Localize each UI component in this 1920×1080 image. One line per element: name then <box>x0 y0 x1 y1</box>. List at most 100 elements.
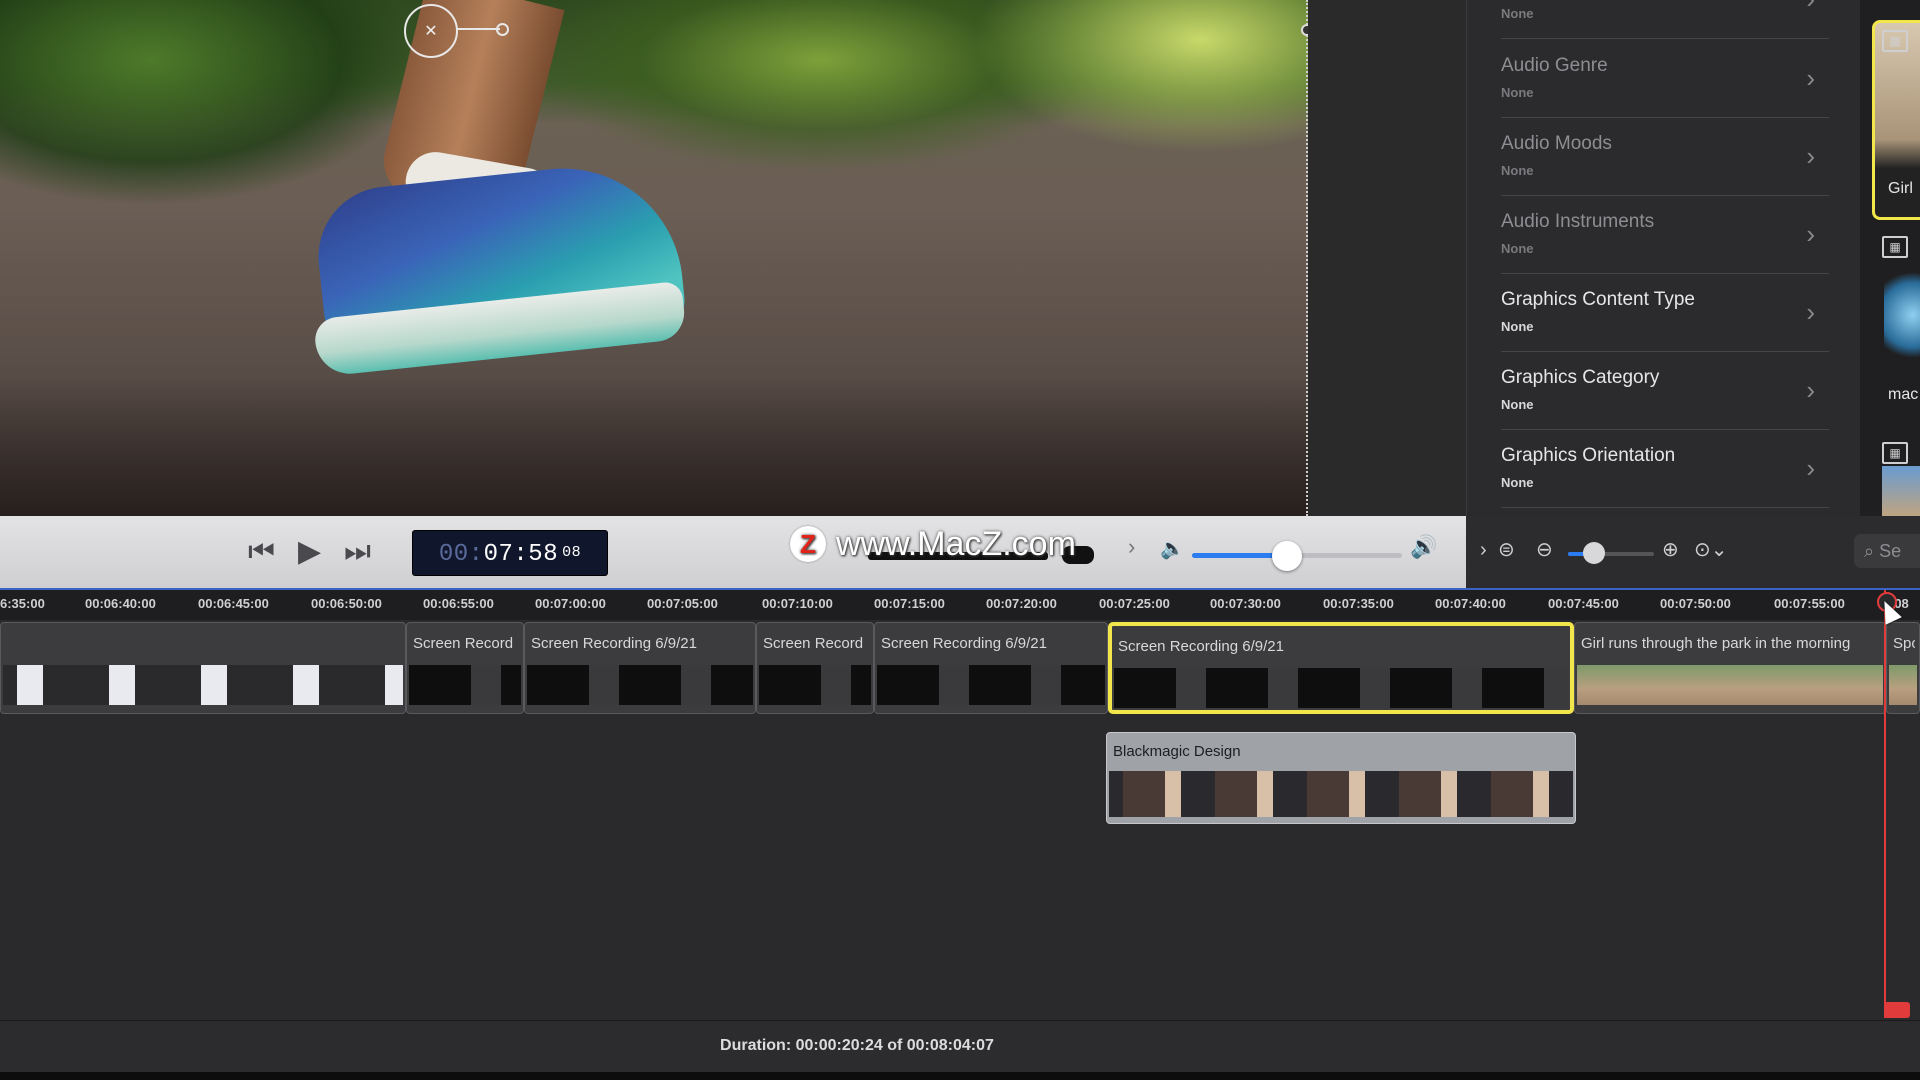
ruler-tick: 00:07:30:00 <box>1210 596 1281 611</box>
transform-center-handle[interactable]: ✕ <box>404 4 458 58</box>
clip-filmstrip <box>759 665 871 705</box>
inspector-row-audio-moods[interactable]: Audio Moods None › <box>1501 119 1829 196</box>
ruler-tick: 00:07:25:00 <box>1099 596 1170 611</box>
timeline-ruler[interactable]: 6:35:00 00:06:40:00 00:06:45:00 00:06:50… <box>0 588 1920 623</box>
inspector-row-graphics-orientation[interactable]: Graphics Orientation None › <box>1501 431 1829 508</box>
volume-slider[interactable] <box>1192 541 1402 571</box>
timecode-prefix: 00: <box>438 541 484 568</box>
film-icon: ▦ <box>1882 442 1908 464</box>
browser-clip[interactable] <box>1884 270 1920 360</box>
inspector-row-value: None <box>1501 85 1534 100</box>
timeline-clip[interactable]: Girl runs through the park in the mornin… <box>1574 622 1886 714</box>
playhead-end-marker <box>1884 1002 1910 1018</box>
chevron-right-icon: › <box>1806 0 1815 15</box>
timeline-clip[interactable]: Screen Record <box>406 622 524 714</box>
film-icon: ▦ <box>1882 236 1908 258</box>
inspector-row-value: None <box>1501 397 1534 412</box>
inspector-row-title: Audio Genre <box>1501 55 1608 76</box>
search-placeholder: Se <box>1879 541 1902 561</box>
chevron-right-icon: › <box>1806 297 1815 327</box>
inspector-row-title: Graphics Category <box>1501 367 1660 388</box>
inspector-row-title: Audio Instruments <box>1501 211 1655 232</box>
clip-label: Girl runs through the park in the mornin… <box>1581 635 1851 652</box>
ruler-tick: 00:07:05:00 <box>647 596 718 611</box>
clip-filmstrip <box>877 665 1105 705</box>
clip-appearance-icon[interactable]: ⊜ <box>1498 538 1515 562</box>
inspector-row-0[interactable]: None › <box>1501 0 1829 39</box>
inspector-row-graphics-category[interactable]: Graphics Category None › <box>1501 353 1829 430</box>
ruler-tick: 00:06:45:00 <box>198 596 269 611</box>
clip-label: Spo <box>1893 635 1915 652</box>
status-bar: Duration: 00:00:20:24 of 00:08:04:07 <box>0 1020 1920 1073</box>
timeline[interactable]: Screen Record Screen Recording 6/9/21 Sc… <box>0 620 1920 1020</box>
ruler-tick: 00:07:55:00 <box>1774 596 1845 611</box>
ruler-tick: 00:07:20:00 <box>986 596 1057 611</box>
inspector-row-graphics-content-type[interactable]: Graphics Content Type None › <box>1501 275 1829 352</box>
clip-label: Blackmagic Design <box>1113 743 1241 760</box>
watermark-logo: Z <box>790 526 826 562</box>
transform-rotation-line <box>456 28 500 30</box>
timeline-clip[interactable]: Spo <box>1886 622 1920 714</box>
clip-filmstrip <box>1109 771 1573 817</box>
timeline-search-input[interactable]: ⌕ Se <box>1854 534 1920 568</box>
play-icon[interactable]: ▶ <box>298 534 321 570</box>
watermark-text: www.MacZ.com <box>836 524 1076 563</box>
inspector-row-value: None <box>1501 319 1534 334</box>
ruler-tick: 00:07:15:00 <box>874 596 945 611</box>
timecode-main: 07:58 <box>483 541 559 568</box>
skip-forward-icon[interactable]: ⏭ <box>344 534 371 570</box>
inspector-row-value: None <box>1501 475 1534 490</box>
zoom-slider-knob[interactable] <box>1582 542 1605 564</box>
more-options-icon[interactable]: ⊙⌄ <box>1694 538 1728 562</box>
ruler-tick: 00:07:00:00 <box>535 596 606 611</box>
inspector-row-value: None <box>1501 6 1534 21</box>
browser-clip-label: mac <box>1888 386 1919 403</box>
ruler-tick: 00:07:10:00 <box>762 596 833 611</box>
window-bottom-edge <box>0 1072 1920 1080</box>
clip-filmstrip <box>1114 668 1568 708</box>
browser-clip[interactable] <box>1882 466 1920 516</box>
clip-label: Screen Recording 6/9/21 <box>531 635 697 652</box>
zoom-in-icon[interactable]: ⊕ <box>1662 538 1679 562</box>
transform-corner-handle[interactable] <box>1301 24 1308 36</box>
skip-back-icon[interactable]: ⏮ <box>248 534 275 570</box>
timeline-clip[interactable] <box>0 622 406 714</box>
inspector-row-audio-genre[interactable]: Audio Genre None › <box>1501 41 1829 118</box>
search-icon: ⌕ <box>1864 541 1880 561</box>
viewer-shadow <box>0 376 1308 516</box>
browser-clip-label: Girl <box>1888 180 1913 197</box>
ruler-tick: 6:35:00 <box>0 596 45 611</box>
chevron-right-icon[interactable]: › <box>1128 534 1135 560</box>
transport-bar: ⏮ ▶ ⏭ 00:07:58 08 › 🔈 🔊 <box>0 516 1466 589</box>
timeline-zoom-slider[interactable] <box>1568 542 1654 564</box>
ruler-tick: 00:06:50:00 <box>311 596 382 611</box>
watermark: Z www.MacZ.com <box>790 524 1076 564</box>
inspector-row-audio-instruments[interactable]: Audio Instruments None › <box>1501 197 1829 274</box>
ruler-tick: 00:07:35:00 <box>1323 596 1394 611</box>
transform-rotation-handle[interactable] <box>496 23 509 36</box>
inspector-row-value: None <box>1501 163 1534 178</box>
film-icon: ▦ <box>1882 30 1908 52</box>
clip-filmstrip <box>1577 665 1883 705</box>
inspector-row-title: Audio Moods <box>1501 133 1612 154</box>
zoom-out-icon[interactable]: ⊖ <box>1536 538 1553 562</box>
viewer[interactable]: ✕ <box>0 0 1308 516</box>
timeline-clip[interactable]: Screen Record <box>756 622 874 714</box>
volume-slider-knob[interactable] <box>1271 541 1302 571</box>
inspector-row-value: None <box>1501 241 1534 256</box>
chevron-right-icon: › <box>1806 453 1815 483</box>
duration-text: Duration: 00:00:20:24 of 00:08:04:07 <box>720 1037 994 1054</box>
ruler-tick: 00:06:55:00 <box>423 596 494 611</box>
timeline-clip[interactable]: Screen Recording 6/9/21 <box>524 622 756 714</box>
playhead[interactable] <box>1884 590 1886 1018</box>
inspector-row-title: Graphics Orientation <box>1501 445 1676 466</box>
ruler-tick: 00:07:50:00 <box>1660 596 1731 611</box>
timeline-clip[interactable]: Screen Recording 6/9/21 <box>874 622 1108 714</box>
clip-label: Screen Recording 6/9/21 <box>881 635 1047 652</box>
connected-clip[interactable]: Blackmagic Design <box>1106 732 1576 824</box>
chevron-right-icon[interactable]: › <box>1480 538 1487 562</box>
timeline-clip-selected[interactable]: Screen Recording 6/9/21 <box>1108 622 1574 714</box>
volume-low-icon: 🔈 <box>1160 538 1185 560</box>
chevron-right-icon: › <box>1806 141 1815 171</box>
timecode-display[interactable]: 00:07:58 08 <box>412 530 608 576</box>
